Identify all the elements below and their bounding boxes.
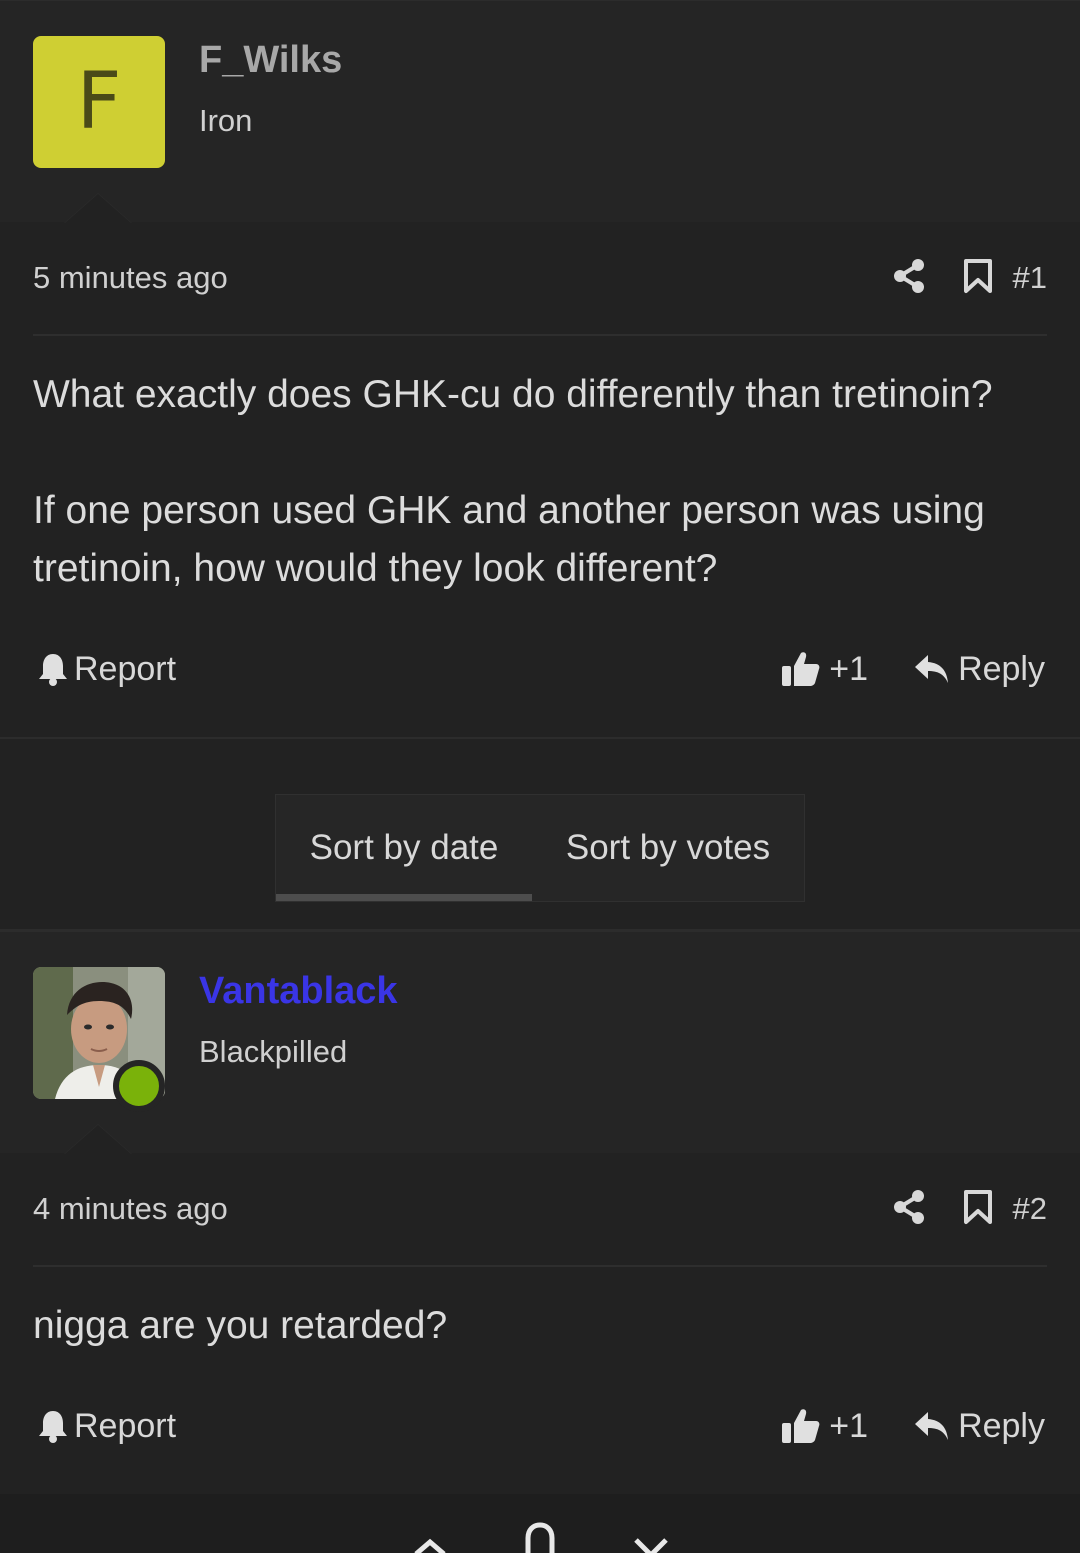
bell-icon — [39, 1411, 67, 1443]
online-status-indicator — [113, 1060, 165, 1112]
post-1-body: What exactly does GHK-cu do differently … — [33, 366, 1050, 598]
post-time[interactable]: 5 minutes ago — [33, 260, 893, 296]
vote-button[interactable]: +1 — [781, 1407, 868, 1446]
post-number[interactable]: #1 — [1013, 260, 1047, 296]
post-1-user-header: F F_Wilks Iron — [0, 0, 1080, 223]
bell-icon — [39, 654, 67, 686]
post-2-meta: 4 minutes ago #2 — [33, 1153, 1047, 1267]
post-paragraph: nigga are you retarded? — [33, 1304, 448, 1347]
sort-by-date-tab[interactable]: Sort by date — [276, 795, 532, 901]
share-icon[interactable] — [893, 258, 925, 298]
vote-count: +1 — [829, 649, 869, 688]
close-icon[interactable] — [632, 1538, 670, 1553]
thread-page: F F_Wilks Iron 5 minutes ago #1 What exa… — [0, 0, 1080, 1553]
reply-button[interactable]: Reply — [914, 650, 1045, 689]
avatar-letter: F — [76, 57, 122, 147]
post-number[interactable]: #2 — [1013, 1191, 1047, 1227]
post-time[interactable]: 4 minutes ago — [33, 1191, 893, 1227]
reply-arrow-icon — [915, 655, 949, 683]
sort-by-votes-label: Sort by votes — [565, 828, 771, 867]
report-label: Report — [74, 1406, 177, 1445]
username[interactable]: Vantablack — [199, 970, 398, 1013]
sort-tabs: Sort by date Sort by votes — [275, 794, 805, 902]
reply-label: Reply — [958, 1406, 1045, 1445]
thumbs-up-icon — [782, 652, 820, 686]
header-pointer — [64, 193, 132, 223]
post-2-actions: Report +1 Reply — [38, 1398, 1045, 1454]
reply-button[interactable]: Reply — [914, 1407, 1045, 1446]
report-button[interactable]: Report — [38, 650, 781, 689]
bottom-toolbar — [0, 1494, 1080, 1553]
vote-count: +1 — [829, 1406, 869, 1445]
sort-by-votes-tab[interactable]: Sort by votes — [532, 795, 804, 901]
post-2-body: nigga are you retarded? — [33, 1297, 1050, 1355]
post-divider — [0, 737, 1080, 739]
vote-button[interactable]: +1 — [781, 650, 868, 689]
bookmark-icon[interactable] — [963, 258, 993, 299]
report-label: Report — [74, 649, 177, 688]
post-1-meta: 5 minutes ago #1 — [33, 222, 1047, 336]
user-title: Iron — [199, 103, 253, 138]
report-button[interactable]: Report — [38, 1407, 781, 1446]
reply-arrow-icon — [915, 1412, 949, 1440]
post-1-actions: Report +1 Reply — [38, 641, 1045, 697]
post-2-user-header: Vantablack Blackpilled — [0, 931, 1080, 1154]
bookmark-icon[interactable] — [963, 1189, 993, 1230]
chevron-up-icon[interactable] — [412, 1538, 448, 1553]
post-paragraph: What exactly does GHK-cu do differently … — [33, 373, 993, 416]
reply-label: Reply — [958, 649, 1045, 688]
thumbs-up-icon — [782, 1409, 820, 1443]
avatar[interactable]: F — [33, 36, 165, 168]
user-title: Blackpilled — [199, 1034, 348, 1069]
post-paragraph: If one person used GHK and another perso… — [33, 489, 985, 590]
sort-by-date-label: Sort by date — [309, 828, 499, 867]
bell-outline-icon[interactable] — [524, 1522, 556, 1553]
username[interactable]: F_Wilks — [199, 39, 342, 82]
share-icon[interactable] — [893, 1189, 925, 1229]
header-pointer — [64, 1124, 132, 1154]
